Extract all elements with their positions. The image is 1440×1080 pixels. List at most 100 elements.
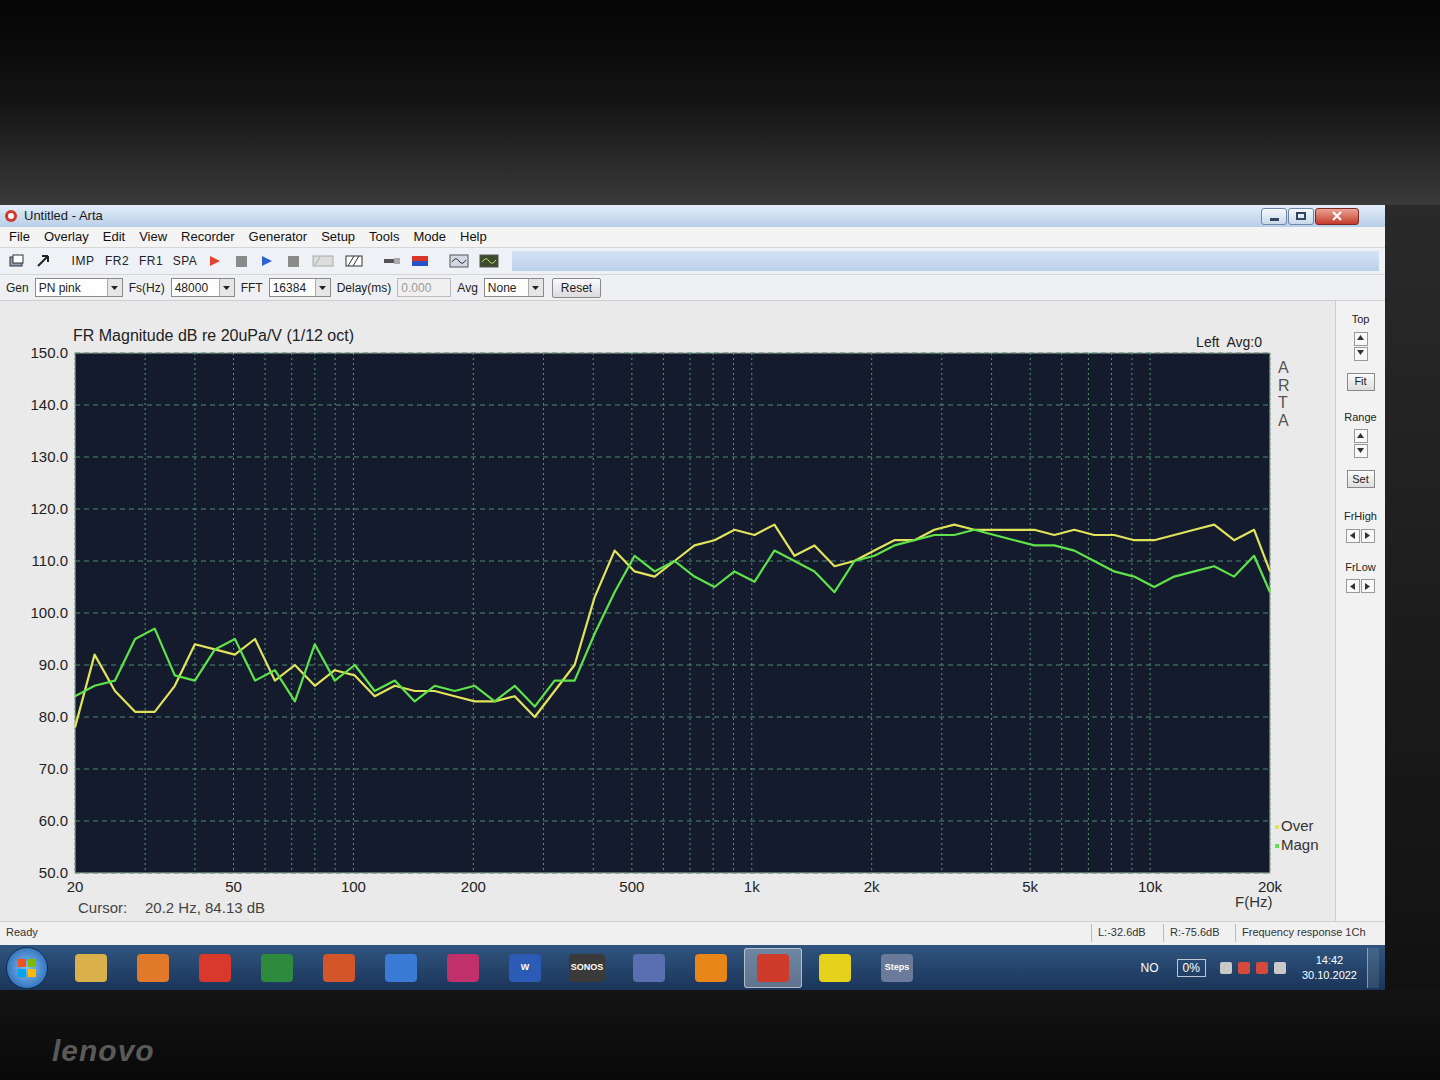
down-button[interactable] xyxy=(1354,347,1368,361)
menu-item[interactable]: File xyxy=(2,227,37,247)
stop-button[interactable] xyxy=(230,251,252,271)
mode-button[interactable]: FR1 xyxy=(136,251,166,271)
minimize-button[interactable] xyxy=(1261,208,1287,225)
taskbar-app[interactable] xyxy=(806,948,864,988)
dropdown-button[interactable] xyxy=(315,279,330,296)
grid-line xyxy=(991,353,992,873)
menu-item[interactable]: Generator xyxy=(242,227,315,247)
mode-button[interactable]: IMP xyxy=(68,251,98,271)
set-button[interactable]: Set xyxy=(1347,470,1375,488)
battery-indicator[interactable]: 0% xyxy=(1177,959,1206,977)
signal-button[interactable] xyxy=(476,251,502,271)
menu-item[interactable]: Mode xyxy=(406,227,453,247)
cable-button[interactable] xyxy=(380,251,404,271)
reset-button[interactable]: Reset xyxy=(552,278,601,298)
language-indicator[interactable]: NO xyxy=(1141,959,1159,977)
start-button[interactable] xyxy=(6,947,48,989)
up-button[interactable] xyxy=(1354,429,1368,443)
dropdown-button[interactable] xyxy=(219,279,234,296)
y-tick: 130.0 xyxy=(30,448,68,465)
tray-icon[interactable] xyxy=(1238,962,1250,974)
menu-item[interactable]: Edit xyxy=(96,227,132,247)
taskbar-app[interactable] xyxy=(310,948,368,988)
side-panel: TopFitRangeSetFrHighFrLow xyxy=(1335,301,1385,921)
taskbar-app[interactable] xyxy=(682,948,740,988)
menu-item[interactable]: Help xyxy=(453,227,494,247)
taskbar-app[interactable] xyxy=(744,948,802,988)
grid-line xyxy=(75,665,1270,666)
arrow-icon xyxy=(1357,350,1364,357)
param-select[interactable]: 16384 xyxy=(269,278,331,297)
taskbar-app[interactable]: SONOS xyxy=(558,948,616,988)
taskbar-app[interactable]: Steps xyxy=(868,948,926,988)
close-button[interactable] xyxy=(1315,208,1359,225)
grid-line xyxy=(75,769,1270,770)
series-line xyxy=(75,525,1270,728)
menu-item[interactable]: Setup xyxy=(314,227,362,247)
rec-disabled-button[interactable] xyxy=(308,251,338,271)
clock[interactable]: 14:4230.10.2022 xyxy=(1302,953,1357,983)
tray-icon[interactable] xyxy=(1256,962,1268,974)
dropdown-button[interactable] xyxy=(107,279,122,296)
taskbar-app[interactable] xyxy=(186,948,244,988)
calibrate-button[interactable] xyxy=(408,251,432,271)
mode-button[interactable]: SPA xyxy=(170,251,200,271)
menu-item[interactable]: Overlay xyxy=(37,227,96,247)
param-select[interactable]: None xyxy=(484,278,544,297)
clock-date: 30.10.2022 xyxy=(1302,968,1357,983)
left-button[interactable] xyxy=(1346,579,1360,593)
status-bar: ReadyL:-32.6dBR:-75.6dBFrequency respons… xyxy=(0,921,1385,943)
param-select[interactable]: PN pink xyxy=(35,278,123,297)
windows-icon xyxy=(17,958,37,978)
grid-line xyxy=(75,717,1270,718)
status-cell: Frequency response 1Ch xyxy=(1235,924,1385,942)
grid-line xyxy=(631,353,632,873)
stop-icon xyxy=(236,256,247,267)
open-button[interactable] xyxy=(6,251,28,271)
tray-icon[interactable] xyxy=(1220,962,1232,974)
stop-generator-button[interactable] xyxy=(282,251,304,271)
left-button[interactable] xyxy=(1346,529,1360,543)
taskbar-app[interactable]: W xyxy=(496,948,554,988)
app-icon xyxy=(633,954,665,982)
record-button[interactable] xyxy=(204,251,226,271)
laptop-lid xyxy=(0,0,1440,205)
mode-button[interactable]: FR2 xyxy=(102,251,132,271)
play-button[interactable] xyxy=(256,251,278,271)
taskbar-app[interactable] xyxy=(248,948,306,988)
taskbar-app[interactable] xyxy=(372,948,430,988)
fit-button[interactable]: Fit xyxy=(1347,373,1375,391)
arrow-icon xyxy=(1350,532,1357,539)
taskbar-app[interactable] xyxy=(62,948,120,988)
side-label: FrHigh xyxy=(1344,508,1377,525)
taskbar-app[interactable] xyxy=(124,948,182,988)
delay-field[interactable]: 0.000 xyxy=(397,278,451,297)
menu-item[interactable]: Recorder xyxy=(174,227,241,247)
right-button[interactable] xyxy=(1361,579,1375,593)
arrow-icon xyxy=(1357,335,1364,342)
taskbar-app[interactable] xyxy=(620,948,678,988)
up-button[interactable] xyxy=(1354,332,1368,346)
dropdown-button[interactable] xyxy=(528,279,543,296)
legend-label: Magn xyxy=(1281,836,1319,853)
scope-button[interactable] xyxy=(446,251,472,271)
menu-item[interactable]: Tools xyxy=(362,227,406,247)
tray-icon[interactable] xyxy=(1274,962,1286,974)
grid-line xyxy=(75,457,1270,458)
scope-icon xyxy=(449,254,469,268)
taskbar-app[interactable] xyxy=(434,948,492,988)
menu-item[interactable]: View xyxy=(132,227,174,247)
title-bar[interactable]: Untitled - Arta xyxy=(0,205,1385,227)
maximize-button[interactable] xyxy=(1288,208,1314,225)
clear-button[interactable] xyxy=(342,251,366,271)
legend-swatch xyxy=(1275,825,1279,829)
right-button[interactable] xyxy=(1361,529,1375,543)
down-button[interactable] xyxy=(1354,444,1368,458)
screen-bezel-right xyxy=(1385,205,1440,990)
grid-line xyxy=(145,353,146,873)
select-value: None xyxy=(485,279,528,297)
show-desktop-button[interactable] xyxy=(1367,948,1379,988)
param-select[interactable]: 48000 xyxy=(171,278,235,297)
arta-brand: ARTA xyxy=(1278,359,1294,429)
cursor-button[interactable] xyxy=(32,251,54,271)
